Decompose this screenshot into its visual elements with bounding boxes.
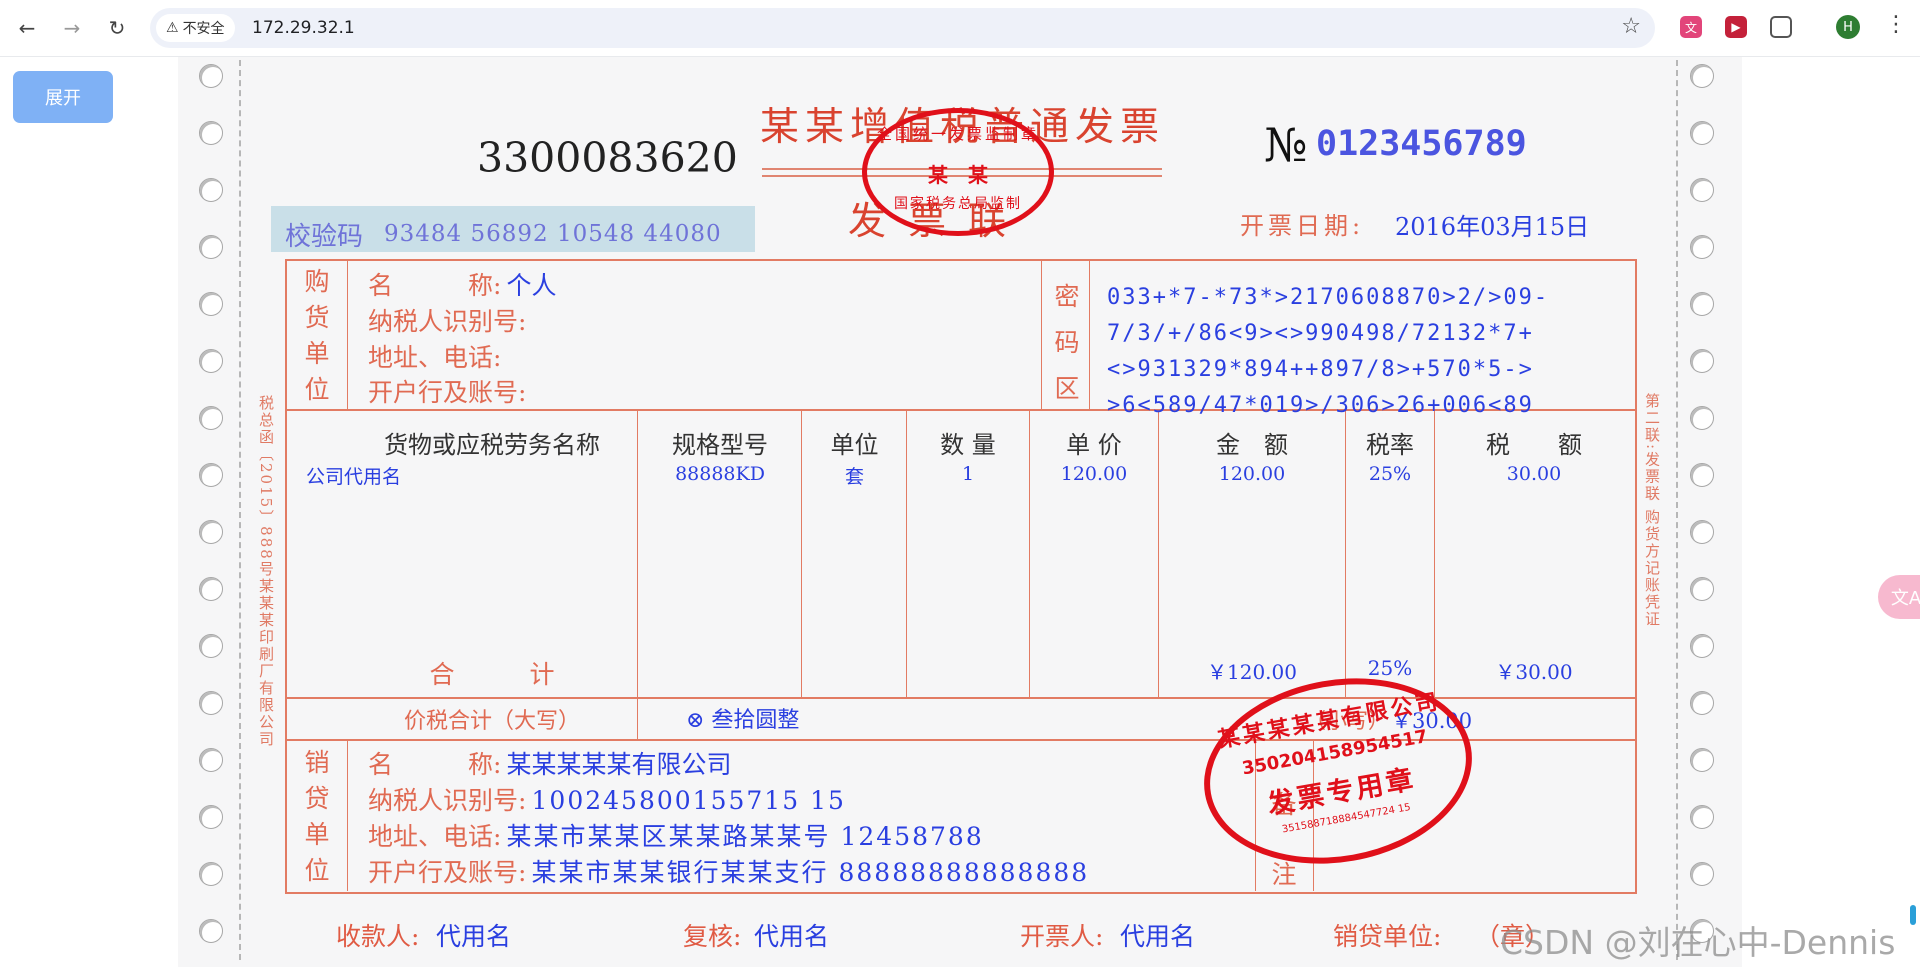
profile-avatar[interactable]: H bbox=[1836, 15, 1860, 39]
buyer-bank-label: 开户行及账号: bbox=[368, 378, 527, 407]
col-divider bbox=[1089, 260, 1090, 409]
col-divider bbox=[801, 410, 802, 697]
left-perforation bbox=[199, 64, 225, 976]
buyer-section-label: 购货单位 bbox=[304, 267, 330, 404]
expand-button[interactable]: 展开 bbox=[13, 71, 113, 123]
seller-address-label: 地址、电话: bbox=[368, 822, 502, 851]
bookmark-star-icon[interactable]: ☆ bbox=[1621, 14, 1641, 39]
item-tax-rate: 25% bbox=[1368, 463, 1412, 485]
seller-bank: 某某市某某银行某某支行 88888888888888 bbox=[531, 858, 1090, 887]
header-amount: 金 额 bbox=[1216, 431, 1288, 459]
security-indicator[interactable]: ⚠ 不安全 bbox=[156, 14, 235, 42]
buyer-tax-id-label: 纳税人识别号: bbox=[368, 307, 527, 336]
seller-tax-id: 100245800155715 15 bbox=[531, 786, 846, 815]
buyer-name: 个人 bbox=[506, 271, 557, 300]
buyer-name-row: 名 称: 个人 bbox=[368, 266, 557, 302]
col-divider bbox=[1041, 260, 1042, 409]
grand-total-words: ⊗ 叁拾圆整 bbox=[686, 708, 800, 733]
media-extension-icon[interactable]: ▶ bbox=[1725, 16, 1747, 38]
left-tear-line bbox=[239, 60, 241, 960]
forward-icon[interactable]: → bbox=[57, 13, 87, 43]
total-label: 合 计 bbox=[429, 660, 555, 689]
cipher-text: 033+*7-*73*>2170608870>2/>09- 7/3/+/86<9… bbox=[1107, 285, 1550, 418]
item-unit-price: 120.00 bbox=[1060, 463, 1128, 485]
col-divider bbox=[347, 260, 348, 409]
number-symbol: № bbox=[1264, 118, 1308, 172]
seller-address: 某某市某某区某某路某某号 12458788 bbox=[506, 822, 984, 851]
check-code-box: 校验码 93484 56892 10548 44080 bbox=[271, 206, 755, 252]
header-item-name: 货物或应税劳务名称 bbox=[384, 431, 600, 459]
header-spec: 规格型号 bbox=[672, 431, 768, 459]
invoice-code: 3300083620 bbox=[477, 134, 738, 182]
extensions-puzzle-icon[interactable] bbox=[1770, 16, 1792, 38]
issuer-label: 开票人: bbox=[1020, 922, 1104, 951]
right-tear-line bbox=[1676, 60, 1678, 960]
col-divider bbox=[637, 410, 638, 739]
issue-date-value: 2016年03月15日 bbox=[1395, 213, 1590, 241]
stamp-center-text: 某 某 bbox=[928, 163, 988, 187]
header-unit: 单位 bbox=[830, 431, 879, 459]
item-name: 公司代用名 bbox=[306, 466, 402, 488]
payee-label: 收款人: bbox=[336, 922, 420, 951]
reviewer-name: 代用名 bbox=[754, 922, 830, 951]
issue-date-label: 开票日期: bbox=[1240, 212, 1365, 240]
url-text[interactable]: 172.29.32.1 bbox=[252, 18, 355, 38]
translate-extension-icon[interactable]: 文 bbox=[1680, 16, 1702, 38]
item-unit: 套 bbox=[844, 466, 864, 488]
seller-address-row: 地址、电话: 某某市某某区某某路某某号 12458788 bbox=[368, 817, 984, 853]
total-amount: ￥120.00 bbox=[1207, 660, 1297, 684]
header-quantity: 数 量 bbox=[940, 431, 996, 459]
seller-tax-id-row: 纳税人识别号: 100245800155715 15 bbox=[368, 781, 846, 817]
warning-icon: ⚠ bbox=[166, 20, 179, 36]
buyer-address-label: 地址、电话: bbox=[368, 343, 502, 372]
item-tax: 30.00 bbox=[1506, 463, 1562, 485]
browser-menu-icon[interactable]: ⋮ bbox=[1885, 12, 1907, 37]
invoice-number: 0123456789 bbox=[1316, 124, 1527, 164]
check-code-value: 93484 56892 10548 44080 bbox=[384, 221, 722, 247]
scrollbar-thumb[interactable] bbox=[1910, 905, 1916, 925]
seller-name-label: 名 称: bbox=[368, 750, 502, 779]
issuer-name: 代用名 bbox=[1120, 922, 1196, 951]
printer-note: 税总函〔2015〕888号某某某印刷厂有限公司 bbox=[257, 395, 275, 748]
item-quantity: 1 bbox=[961, 463, 975, 485]
supervision-stamp: 全国统一发票监制章 某 某 国家税务总局监制 bbox=[862, 108, 1054, 236]
seller-section-label: 销贷单位 bbox=[304, 748, 330, 885]
address-bar[interactable]: ⚠ 不安全 172.29.32.1 ☆ bbox=[150, 8, 1655, 48]
col-divider bbox=[347, 740, 348, 891]
seller-bank-label: 开户行及账号: bbox=[368, 858, 527, 887]
seller-name-row: 名 称: 某某某某某有限公司 bbox=[368, 745, 732, 781]
total-tax: ￥30.00 bbox=[1495, 660, 1573, 684]
back-icon[interactable]: ← bbox=[12, 13, 42, 43]
cipher-section-label: 密码区 bbox=[1054, 282, 1080, 403]
header-unit-price: 单 价 bbox=[1066, 431, 1122, 459]
stamp-bottom-text: 国家税务总局监制 bbox=[894, 196, 1022, 212]
payee-name: 代用名 bbox=[436, 922, 512, 951]
seller-bank-row: 开户行及账号: 某某市某某银行某某支行 88888888888888 bbox=[368, 853, 1089, 889]
reviewer-label: 复核: bbox=[683, 922, 742, 951]
security-label: 不安全 bbox=[182, 21, 225, 37]
reload-icon[interactable]: ↻ bbox=[102, 13, 132, 43]
copy-note: 第二联:发票联 购货方记账凭证 bbox=[1643, 393, 1661, 628]
seller-name: 某某某某某有限公司 bbox=[506, 750, 732, 779]
browser-toolbar: ← → ↻ ⚠ 不安全 172.29.32.1 ☆ 文 ▶ H ⋮ bbox=[0, 0, 1920, 57]
item-amount: 120.00 bbox=[1218, 463, 1286, 485]
buyer-name-label: 名 称: bbox=[368, 271, 502, 300]
right-perforation bbox=[1690, 64, 1716, 976]
header-tax-rate: 税率 bbox=[1366, 431, 1414, 459]
grand-total-label: 价税合计（大写） bbox=[403, 709, 580, 734]
floating-translate-button[interactable]: 文A bbox=[1878, 575, 1920, 619]
watermark: CSDN @刘在心中-Dennis bbox=[1500, 923, 1896, 962]
seller-tax-id-label: 纳税人识别号: bbox=[368, 786, 527, 815]
seller-seal-label: 销贷单位: bbox=[1333, 922, 1442, 951]
header-tax: 税 额 bbox=[1486, 431, 1582, 459]
check-code-label: 校验码 bbox=[285, 222, 364, 252]
total-tax-rate: 25% bbox=[1367, 656, 1413, 680]
stamp-ring-text: 全国统一发票监制章 bbox=[876, 125, 1039, 143]
item-spec: 88888KD bbox=[675, 463, 765, 485]
